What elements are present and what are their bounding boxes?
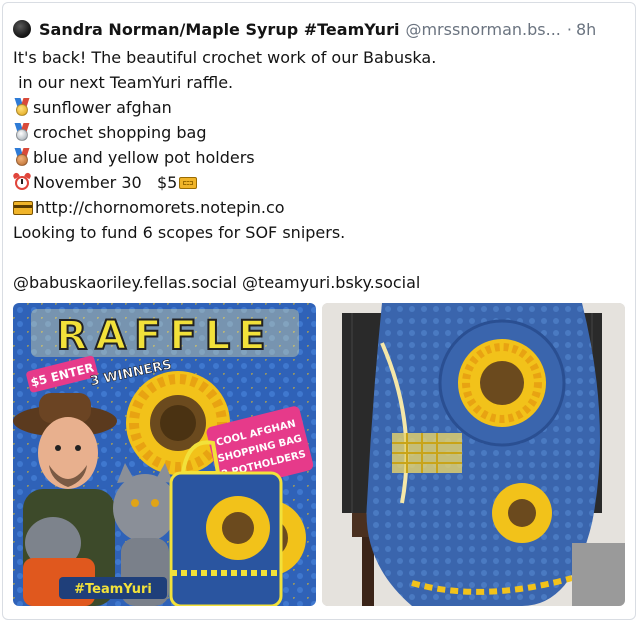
author-name[interactable]: Sandra Norman/Maple Syrup #TeamYuri [39, 20, 399, 39]
post-line: sunflower afghan [13, 95, 625, 120]
gold-medal-icon [13, 98, 31, 116]
item-shopping-bag: crochet shopping bag [33, 123, 207, 142]
post-line: Looking to fund 6 scopes for SOF snipers… [13, 223, 346, 242]
post-card[interactable]: Sandra Norman/Maple Syrup #TeamYuri @mrs… [2, 2, 636, 620]
post-line: crochet shopping bag [13, 120, 625, 145]
author-handle[interactable]: @mrssnorman.bs... [405, 20, 560, 39]
item-pot-holders: blue and yellow pot holders [33, 148, 255, 167]
afghan-sunflower [438, 319, 566, 447]
credit-card-icon [13, 201, 33, 215]
bronze-medal-icon [13, 148, 31, 166]
raffle-headline: RAFFLE [56, 313, 273, 359]
separator-dot: · [566, 19, 572, 39]
post-text: It's back! The beautiful crochet work of… [12, 45, 625, 295]
post-header: Sandra Norman/Maple Syrup #TeamYuri @mrs… [13, 17, 625, 41]
ticket-icon [179, 177, 198, 189]
raffle-link[interactable]: http://chornomorets.notepin.co [35, 198, 285, 217]
post-line: http://chornomorets.notepin.co [13, 195, 625, 220]
item-sunflower-afghan: sunflower afghan [33, 98, 172, 117]
post-line: in our next TeamYuri raffle. [13, 73, 234, 92]
afghan-photo[interactable] [322, 303, 625, 606]
alarm-clock-icon [12, 171, 32, 191]
hashtag-label: #TeamYuri [74, 582, 152, 597]
media-grid: RAFFLE $5 ENTER 3 WINNERS COOL AFGHAN SH… [13, 303, 625, 608]
raffle-date-price: November 30 $5 [33, 173, 178, 192]
post-line: November 30 $5 [12, 170, 625, 195]
mentions-line[interactable]: @babuskaoriley.fellas.social @teamyuri.b… [13, 270, 625, 295]
timestamp[interactable]: 8h [576, 20, 596, 39]
post-line: blue and yellow pot holders [13, 145, 625, 170]
raffle-image[interactable]: RAFFLE $5 ENTER 3 WINNERS COOL AFGHAN SH… [13, 303, 316, 606]
silver-medal-icon [13, 123, 31, 141]
post-line: It's back! The beautiful crochet work of… [13, 48, 437, 67]
avatar[interactable] [13, 20, 31, 38]
